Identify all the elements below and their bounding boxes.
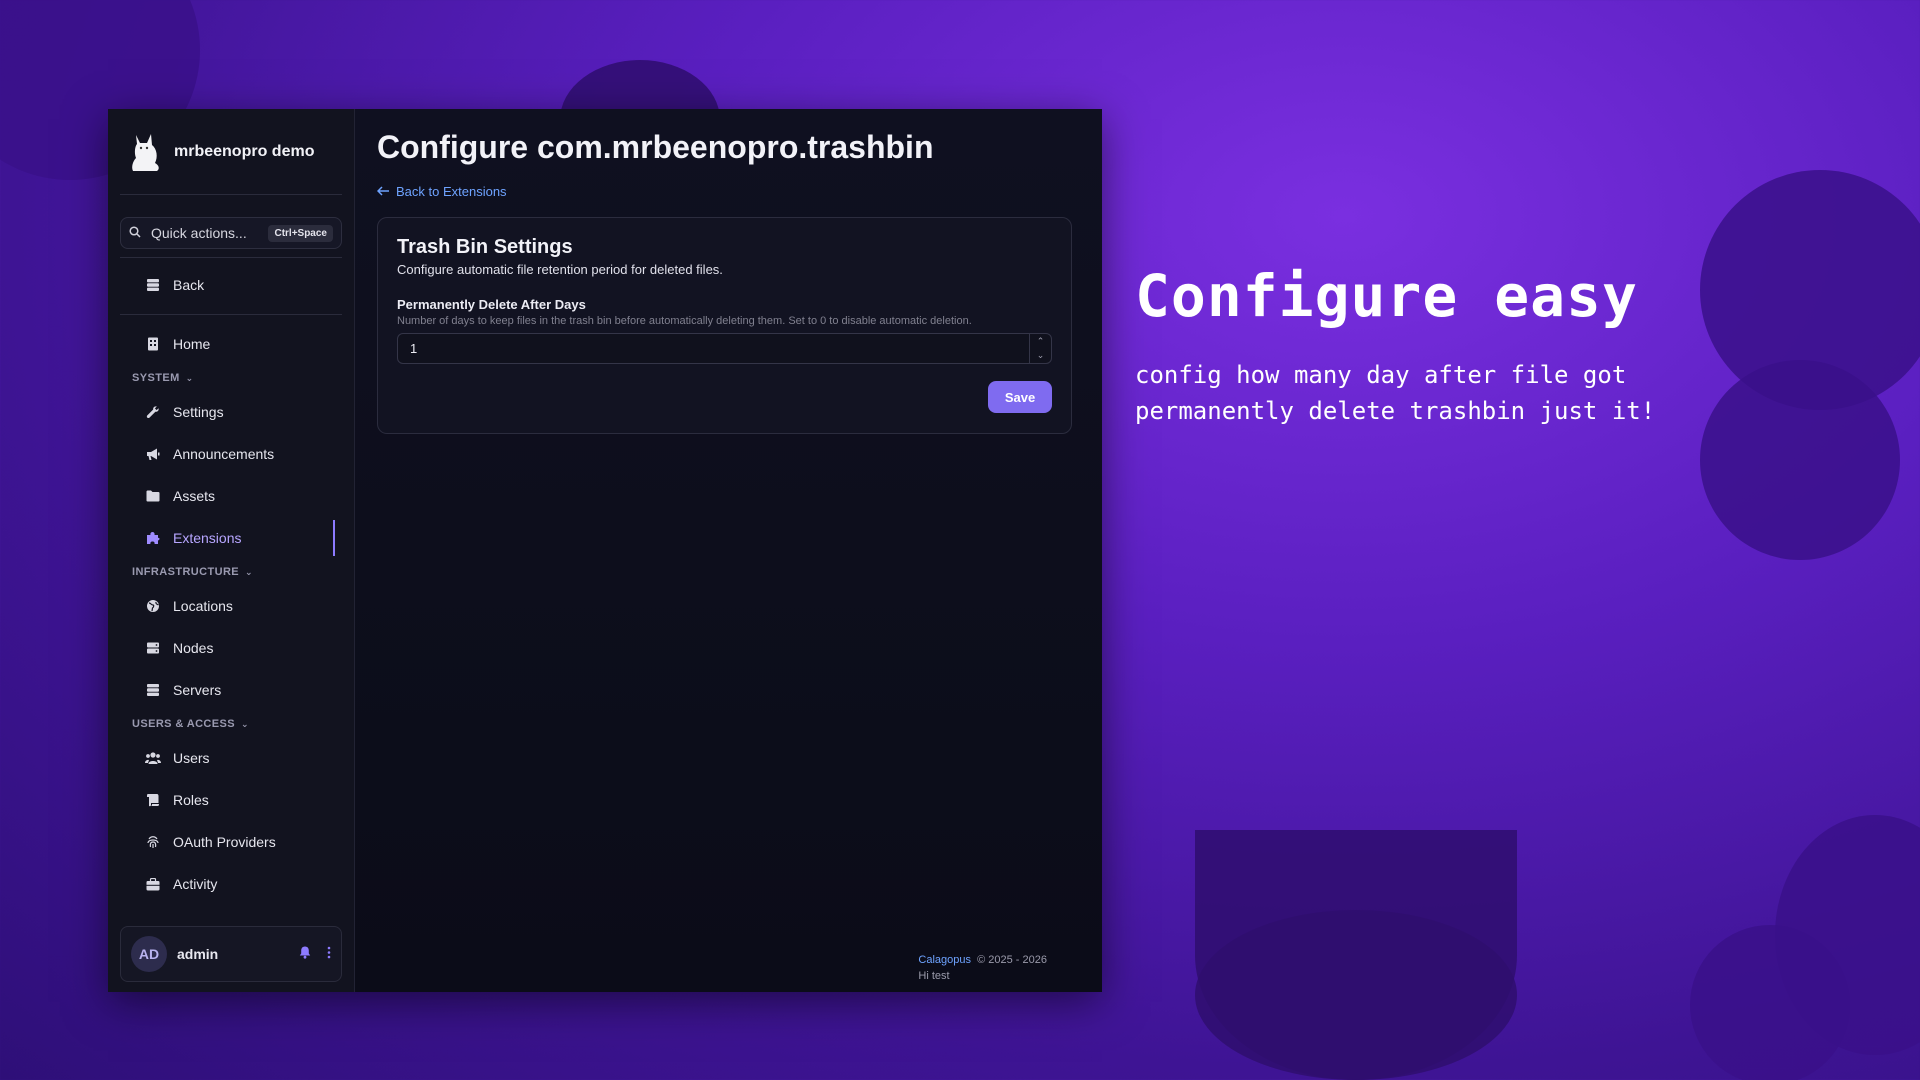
- nav-label: Announcements: [173, 446, 275, 462]
- wrench-icon: [145, 404, 161, 420]
- chevron-up-icon[interactable]: ⌃: [1030, 334, 1051, 349]
- delete-after-days-field: ⌃ ⌄: [397, 333, 1052, 364]
- user-name: admin: [177, 946, 219, 962]
- promo-subtitle: config how many day after file got perma…: [1135, 361, 1656, 425]
- back-link-label: Back to Extensions: [396, 184, 507, 199]
- nav-label: Assets: [173, 488, 216, 504]
- nav-oauth-providers[interactable]: OAuth Providers: [120, 821, 342, 863]
- field-help: Number of days to keep files in the tras…: [397, 315, 972, 327]
- field-label: Permanently Delete After Days: [397, 297, 586, 312]
- footer-brand-link[interactable]: Calagopus: [918, 954, 971, 966]
- trash-bin-settings-card: Trash Bin Settings Configure automatic f…: [377, 217, 1072, 434]
- section-label: USERS & ACCESS: [132, 718, 235, 730]
- fingerprint-icon: [145, 834, 161, 850]
- nav-label: Users: [173, 750, 210, 766]
- brand[interactable]: mrbeenopro demo: [120, 109, 342, 195]
- nav-label: OAuth Providers: [173, 834, 276, 850]
- app-window: mrbeenopro demo Quick actions... Ctrl+Sp…: [108, 109, 1102, 992]
- nav-label: Extensions: [173, 530, 242, 546]
- nav-home[interactable]: Home: [120, 323, 342, 365]
- megaphone-icon: [145, 446, 161, 462]
- database-icon: [145, 277, 161, 293]
- card-title: Trash Bin Settings: [397, 236, 573, 258]
- footer-copyright: © 2025 - 2026: [977, 954, 1047, 966]
- bg-blob: [1195, 910, 1517, 1080]
- nav-extensions[interactable]: Extensions: [120, 517, 342, 559]
- nav-back[interactable]: Back: [120, 264, 342, 306]
- search-icon: [129, 225, 141, 241]
- nav-label: Locations: [173, 598, 233, 614]
- user-card[interactable]: AD admin: [120, 926, 342, 982]
- bg-blob: [1690, 925, 1850, 1080]
- number-stepper: ⌃ ⌄: [1029, 334, 1051, 363]
- nav-activity[interactable]: Activity: [120, 863, 342, 905]
- nav-label: Nodes: [173, 640, 214, 656]
- nav-nodes[interactable]: Nodes: [120, 627, 342, 669]
- nav-announcements[interactable]: Announcements: [120, 433, 342, 475]
- bell-icon[interactable]: [299, 946, 311, 962]
- users-icon: [145, 750, 161, 766]
- nav-settings[interactable]: Settings: [120, 391, 342, 433]
- nav-servers[interactable]: Servers: [120, 669, 342, 711]
- nav-label: Settings: [173, 404, 224, 420]
- footer-note: Hi test: [918, 970, 950, 982]
- section-label: SYSTEM: [132, 372, 180, 384]
- search-placeholder: Quick actions...: [151, 225, 247, 241]
- brand-name: mrbeenopro demo: [174, 142, 315, 160]
- delete-after-days-input[interactable]: [398, 334, 1029, 363]
- shortcut-badge: Ctrl+Space: [268, 224, 333, 242]
- database-icon: [145, 682, 161, 698]
- nav-label: Servers: [173, 682, 222, 698]
- page-title: Configure com.mrbeenopro.trashbin: [377, 129, 934, 165]
- section-users-access[interactable]: USERS & ACCESS ⌄: [120, 711, 342, 737]
- arrow-left-icon: [376, 184, 390, 199]
- section-label: INFRASTRUCTURE: [132, 566, 240, 578]
- chevron-down-icon: ⌄: [185, 372, 194, 383]
- main-content: Configure com.mrbeenopro.trashbin Back t…: [355, 109, 1102, 992]
- section-system[interactable]: SYSTEM ⌄: [120, 365, 342, 391]
- nav-users[interactable]: Users: [120, 737, 342, 779]
- chevron-down-icon: ⌄: [241, 718, 249, 729]
- chevron-down-icon: ⌄: [245, 566, 253, 577]
- save-button[interactable]: Save: [988, 381, 1052, 413]
- avatar[interactable]: AD: [131, 936, 167, 972]
- briefcase-icon: [145, 876, 161, 892]
- quick-actions-search[interactable]: Quick actions... Ctrl+Space: [120, 217, 342, 249]
- nav-label: Roles: [173, 792, 209, 808]
- fox-logo-icon: [126, 130, 162, 174]
- back-to-extensions-link[interactable]: Back to Extensions: [376, 184, 507, 199]
- nav-label: Back: [173, 277, 205, 293]
- sidebar: mrbeenopro demo Quick actions... Ctrl+Sp…: [108, 109, 355, 992]
- globe-icon: [145, 598, 161, 614]
- more-vertical-icon[interactable]: [327, 946, 331, 962]
- folder-icon: [145, 488, 161, 504]
- promo-title: Configure easy: [1135, 262, 1638, 330]
- building-icon: [145, 336, 161, 352]
- nav-locations[interactable]: Locations: [120, 585, 342, 627]
- card-description: Configure automatic file retention perio…: [397, 262, 723, 277]
- section-infrastructure[interactable]: INFRASTRUCTURE ⌄: [120, 559, 342, 585]
- nav-assets[interactable]: Assets: [120, 475, 342, 517]
- chevron-down-icon[interactable]: ⌄: [1030, 349, 1051, 364]
- footer: Calagopus © 2025 - 2026 Hi test: [918, 952, 1047, 984]
- nav-label: Home: [173, 336, 211, 352]
- scroll-icon: [145, 792, 161, 808]
- server-icon: [145, 640, 161, 656]
- nav-roles[interactable]: Roles: [120, 779, 342, 821]
- puzzle-icon: [145, 530, 161, 546]
- nav-label: Activity: [173, 876, 218, 892]
